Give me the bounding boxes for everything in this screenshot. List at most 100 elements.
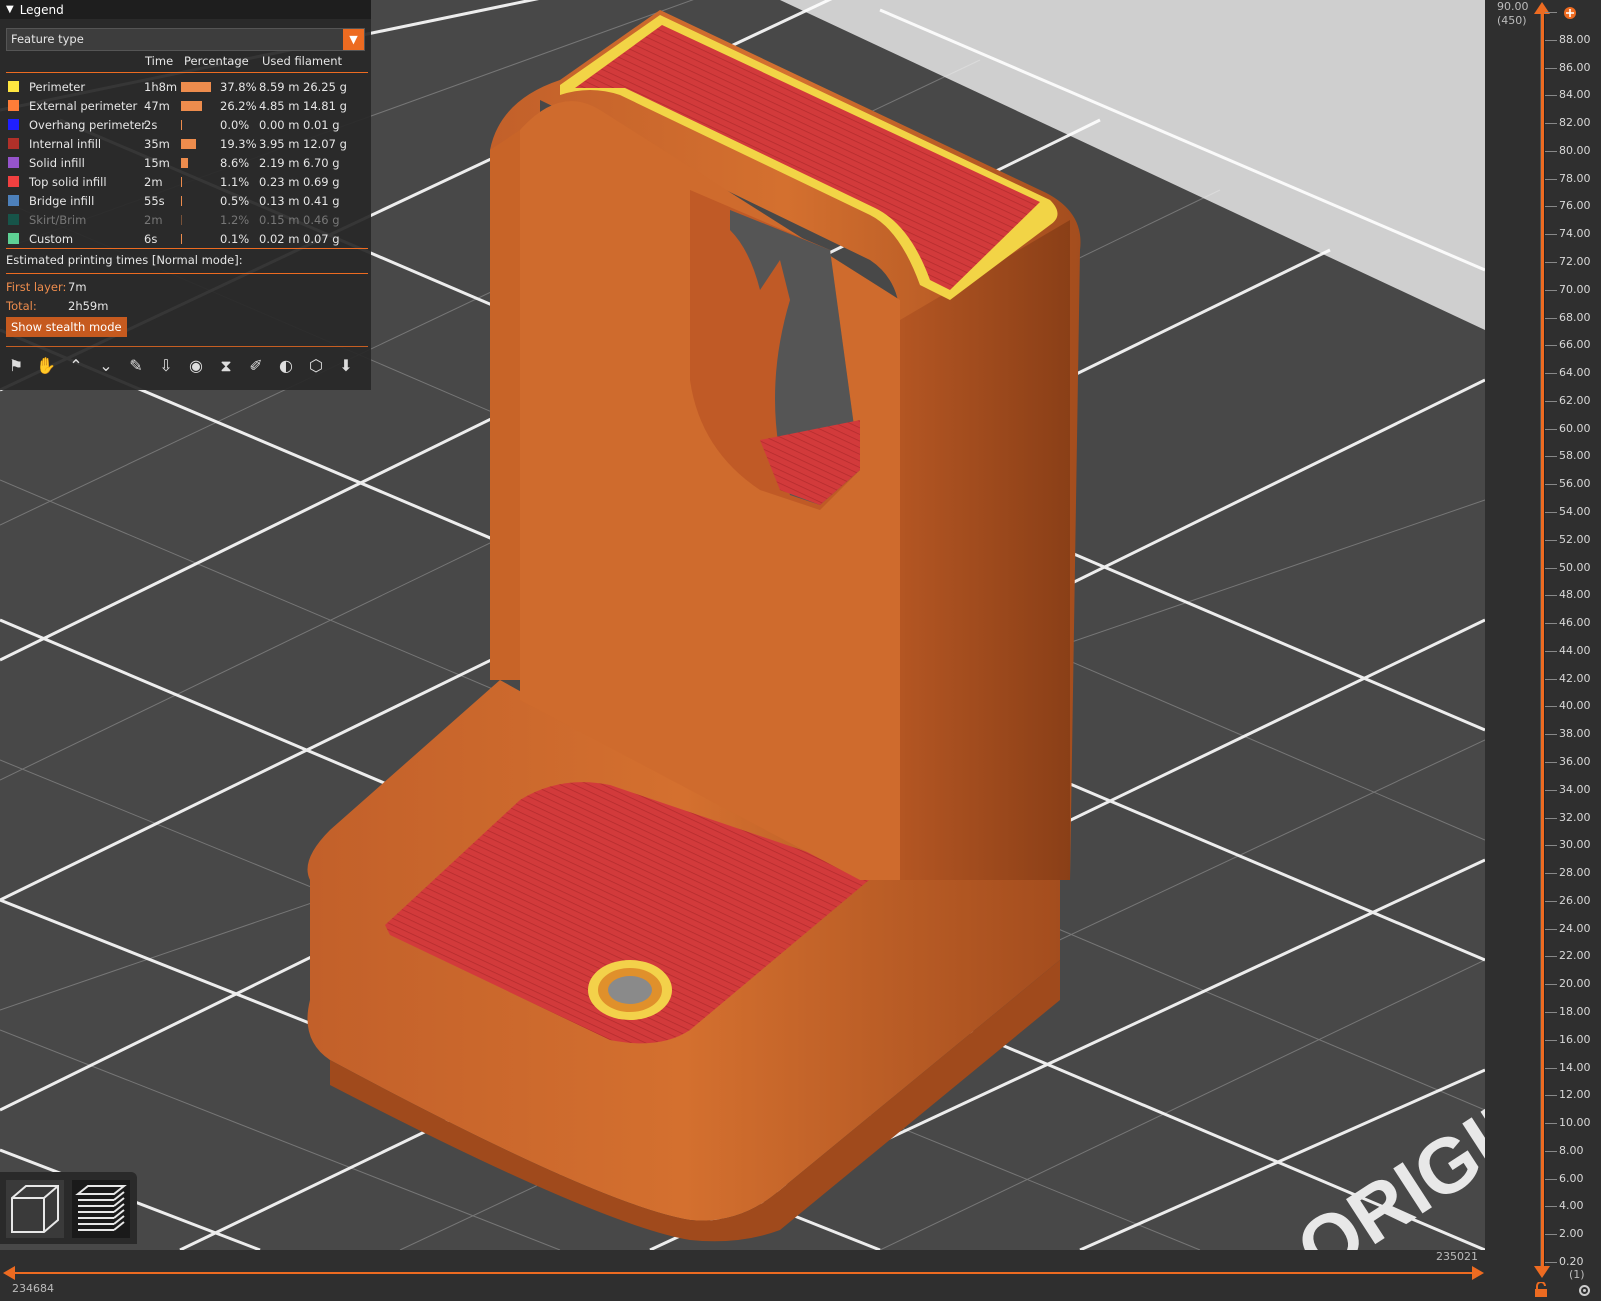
- slider-tick: [1545, 178, 1557, 180]
- percentage-bar: [181, 120, 182, 130]
- center-of-gravity-icon[interactable]: ◐: [276, 355, 296, 377]
- slider-tick-label: 32.00: [1559, 810, 1591, 824]
- slider-tick-label: 20.00: [1559, 977, 1591, 991]
- slider-tick: [1545, 150, 1557, 152]
- layers-view-icon[interactable]: [72, 1180, 130, 1238]
- slider-tick-label: 56.00: [1559, 477, 1591, 491]
- percentage-bar: [181, 177, 182, 187]
- retractions-icon[interactable]: ⌃: [66, 355, 86, 377]
- slider-tick: [1545, 567, 1557, 569]
- feature-length: 8.59 m: [259, 80, 300, 94]
- slider-tick: [1545, 984, 1557, 986]
- feature-time: 6s: [144, 232, 158, 246]
- view-type-combo[interactable]: Feature type ▼: [6, 28, 365, 51]
- feature-length: 3.95 m: [259, 137, 300, 151]
- custom-gcodes-icon[interactable]: ✐: [246, 355, 266, 377]
- legend-row[interactable]: Skirt/Brim 2m 1.2% 0.15 m 0.46 g: [0, 210, 371, 229]
- tool-changes-icon[interactable]: ⇩: [156, 355, 176, 377]
- feature-length: 0.15 m: [259, 213, 300, 227]
- upper-thumb-handle-icon[interactable]: [1563, 6, 1577, 20]
- left-thumb-icon[interactable]: [3, 1266, 15, 1280]
- layer-height-slider[interactable]: 90.00 (450) (1) 88.00 86.00 84.00 82.00 80.0…: [1485, 0, 1601, 1301]
- slider-tick-label: 28.00: [1559, 866, 1591, 880]
- percentage-bar: [181, 101, 202, 111]
- legend-row[interactable]: Solid infill 15m 8.6% 2.19 m 6.70 g: [0, 153, 371, 172]
- column-time: Time: [145, 54, 174, 68]
- feature-weight: 14.81 g: [303, 99, 347, 113]
- legend-row[interactable]: Top solid infill 2m 1.1% 0.23 m 0.69 g: [0, 172, 371, 191]
- percentage-bar: [181, 139, 197, 149]
- right-thumb-icon[interactable]: [1472, 1266, 1484, 1280]
- wipe-icon[interactable]: ✋: [36, 355, 56, 377]
- slider-tick: [1545, 650, 1557, 652]
- legend-title: Legend: [19, 2, 64, 17]
- feature-length: 4.85 m: [259, 99, 300, 113]
- bottom-layer-number: (1): [1569, 1268, 1585, 1281]
- tool-marker-icon[interactable]: ⬇: [336, 355, 356, 377]
- color-swatch: [8, 214, 19, 225]
- percentage-bar: [181, 196, 182, 206]
- legend-header[interactable]: ▼ Legend: [0, 0, 371, 19]
- 3d-view-icon[interactable]: [6, 1180, 64, 1238]
- slider-tick-label: 76.00: [1559, 199, 1591, 213]
- legend-row[interactable]: Bridge infill 55s 0.5% 0.13 m 0.41 g: [0, 191, 371, 210]
- lower-thumb-icon[interactable]: [1534, 1266, 1550, 1278]
- feature-length: 0.00 m: [259, 118, 300, 132]
- slider-tick-label: 18.00: [1559, 1005, 1591, 1018]
- slider-tick-label: 10.00: [1559, 1116, 1591, 1130]
- color-swatch: [8, 233, 19, 244]
- column-percentage: Percentage: [184, 54, 249, 68]
- legend-row[interactable]: Perimeter 1h8m 37.8% 8.59 m 26.25 g: [0, 77, 371, 96]
- cog-icon[interactable]: [1577, 1283, 1592, 1298]
- collapse-triangle-icon[interactable]: ▼: [6, 4, 14, 15]
- feature-name: Bridge infill: [29, 194, 95, 208]
- slider-tick-label: 44.00: [1559, 643, 1591, 657]
- divider: [6, 248, 368, 249]
- slider-tick: [1545, 484, 1557, 486]
- slider-tick: [1545, 678, 1557, 680]
- slider-tick-label: 14.00: [1559, 1060, 1591, 1074]
- gcode-move-slider[interactable]: 234684 235021: [0, 1250, 1485, 1301]
- slider-tick-label: 34.00: [1559, 782, 1591, 796]
- top-height-value: 90.00: [1497, 0, 1529, 13]
- 3d-viewport[interactable]: ORIGIN ▼ Legend Feature type ▼ Time Perc…: [0, 0, 1485, 1250]
- dropdown-arrow-icon[interactable]: ▼: [343, 29, 364, 50]
- show-stealth-mode-button[interactable]: Show stealth mode: [6, 317, 127, 337]
- color-changes-icon[interactable]: ◉: [186, 355, 206, 377]
- slider-top-readout: 90.00 (450): [1497, 0, 1529, 28]
- deretractions-icon[interactable]: ⌄: [96, 355, 116, 377]
- slider-fill: [1541, 10, 1544, 1272]
- pause-prints-icon[interactable]: ⧗: [216, 355, 236, 377]
- slider-tick: [1545, 428, 1557, 430]
- feature-time: 2m: [144, 213, 163, 227]
- slider-tick-label: 12.00: [1559, 1088, 1591, 1102]
- slider-tick: [1545, 1234, 1557, 1236]
- slider-tick-label: 26.00: [1559, 893, 1591, 907]
- first-layer-value: 7m: [68, 280, 87, 294]
- travel-icon[interactable]: ⚑: [6, 355, 26, 377]
- move-max-value: 235021: [1436, 1250, 1478, 1263]
- first-layer-label: First layer:: [6, 280, 67, 294]
- feature-weight: 0.46 g: [303, 213, 340, 227]
- slider-tick-label: 86.00: [1559, 60, 1591, 74]
- lock-icon[interactable]: [1534, 1282, 1548, 1298]
- legend-row[interactable]: Custom 6s 0.1% 0.02 m 0.07 g: [0, 229, 371, 248]
- legend-row[interactable]: Internal infill 35m 19.3% 3.95 m 12.07 g: [0, 134, 371, 153]
- legend-row[interactable]: External perimeter 47m 26.2% 4.85 m 14.81 g: [0, 96, 371, 115]
- feature-time: 15m: [144, 156, 170, 170]
- slider-tick-label: 58.00: [1559, 449, 1591, 463]
- percentage-bar: [181, 234, 182, 244]
- shells-icon[interactable]: ⬡: [306, 355, 326, 377]
- feature-weight: 12.07 g: [303, 137, 347, 151]
- percentage-bar: [181, 82, 212, 92]
- slider-tick-label: 2.00: [1559, 1227, 1584, 1241]
- legend-row[interactable]: Overhang perimeter 2s 0.0% 0.00 m 0.01 g: [0, 115, 371, 134]
- slider-tick: [1545, 1067, 1557, 1069]
- seams-icon[interactable]: ✎: [126, 355, 146, 377]
- feature-name: Overhang perimeter: [29, 118, 146, 132]
- slider-tick-label: 46.00: [1559, 616, 1591, 630]
- slider-tick: [1545, 67, 1557, 69]
- feature-length: 0.02 m: [259, 232, 300, 246]
- horizontal-slider-track[interactable]: [10, 1272, 1480, 1274]
- slider-tick: [1545, 234, 1557, 236]
